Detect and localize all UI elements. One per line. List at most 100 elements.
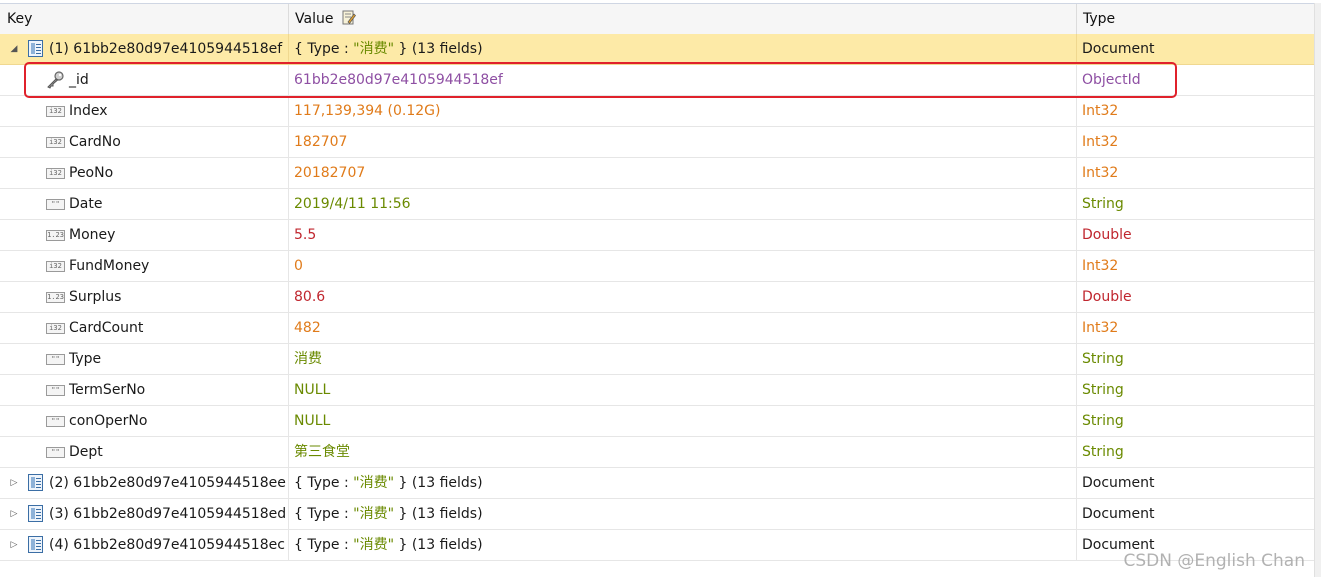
- string-icon: "": [46, 416, 65, 427]
- document-index: (1): [49, 41, 69, 57]
- field-value-cell[interactable]: 482: [294, 313, 1074, 343]
- field-type-cell[interactable]: String: [1082, 406, 1312, 436]
- document-summary-cell[interactable]: { Type : "消费" } (13 fields): [294, 468, 1074, 498]
- document-key-cell[interactable]: ▷ (3) 61bb2e80d97e4105944518ed: [0, 499, 288, 529]
- column-header-type[interactable]: Type: [1076, 4, 1115, 34]
- field-row[interactable]: 1.23 Surplus 80.6 Double: [0, 282, 1314, 313]
- field-value-cell[interactable]: 117,139,394 (0.12G): [294, 96, 1074, 126]
- column-header-value[interactable]: Value: [288, 4, 356, 34]
- column-header-value-label: Value: [295, 11, 334, 27]
- field-value-cell[interactable]: NULL: [294, 406, 1074, 436]
- document-key-cell[interactable]: ▷ (2) 61bb2e80d97e4105944518ee: [0, 468, 288, 498]
- field-row[interactable]: i32 Index 117,139,394 (0.12G) Int32: [0, 96, 1314, 127]
- document-row[interactable]: ▷ (4) 61bb2e80d97e4105944518ec { Type : "消…: [0, 530, 1314, 561]
- summary-prefix: { Type :: [294, 506, 354, 522]
- summary-type-value: "消费": [353, 537, 395, 553]
- field-row[interactable]: i32 CardCount 482 Int32: [0, 313, 1314, 344]
- column-header-key[interactable]: Key: [0, 4, 32, 34]
- document-id: 61bb2e80d97e4105944518ef: [73, 41, 283, 57]
- document-key-cell[interactable]: ▷ (4) 61bb2e80d97e4105944518ec: [0, 530, 288, 560]
- field-key-cell[interactable]: 1.23 Money: [0, 220, 288, 250]
- document-row[interactable]: ▷ (3) 61bb2e80d97e4105944518ed { Type : "消…: [0, 499, 1314, 530]
- document-index: (4): [49, 537, 69, 553]
- summary-prefix: { Type :: [294, 41, 354, 57]
- field-value-cell[interactable]: 20182707: [294, 158, 1074, 188]
- field-value-cell[interactable]: 第三食堂: [294, 437, 1074, 467]
- field-type-cell[interactable]: Double: [1082, 282, 1312, 312]
- string-icon: "": [46, 199, 65, 210]
- field-key-cell[interactable]: i32 CardNo: [0, 127, 288, 157]
- field-type-cell[interactable]: Double: [1082, 220, 1312, 250]
- collapse-arrow-icon[interactable]: ◢: [8, 34, 20, 64]
- field-row[interactable]: "" conOperNo NULL String: [0, 406, 1314, 437]
- field-type-cell[interactable]: Int32: [1082, 158, 1312, 188]
- field-key-cell[interactable]: _id: [0, 65, 288, 95]
- field-value-cell[interactable]: 消费: [294, 344, 1074, 374]
- field-key-cell[interactable]: "" Type: [0, 344, 288, 374]
- field-value-cell[interactable]: NULL: [294, 375, 1074, 405]
- field-value-cell[interactable]: 182707: [294, 127, 1074, 157]
- field-row[interactable]: i32 PeoNo 20182707 Int32: [0, 158, 1314, 189]
- double-icon: 1.23: [46, 292, 65, 303]
- field-row[interactable]: i32 FundMoney 0 Int32: [0, 251, 1314, 282]
- field-value-cell[interactable]: 2019/4/11 11:56: [294, 189, 1074, 219]
- document-type-cell[interactable]: Document: [1082, 468, 1312, 498]
- field-value-cell[interactable]: 80.6: [294, 282, 1074, 312]
- int32-icon: i32: [46, 106, 65, 117]
- field-row[interactable]: _id 61bb2e80d97e4105944518ef ObjectId: [0, 65, 1314, 96]
- field-name: TermSerNo: [69, 382, 146, 398]
- field-key-cell[interactable]: i32 CardCount: [0, 313, 288, 343]
- edit-note-icon[interactable]: [342, 10, 356, 25]
- vertical-scrollbar[interactable]: [1314, 3, 1321, 577]
- field-type-cell[interactable]: String: [1082, 344, 1312, 374]
- document-summary-cell[interactable]: { Type : "消费" } (13 fields): [294, 34, 1074, 64]
- summary-type-value: "消费": [353, 506, 395, 522]
- document-row[interactable]: ▷ (2) 61bb2e80d97e4105944518ee { Type : "消…: [0, 468, 1314, 499]
- field-row[interactable]: 1.23 Money 5.5 Double: [0, 220, 1314, 251]
- key-icon: [47, 71, 64, 89]
- field-key-cell[interactable]: 1.23 Surplus: [0, 282, 288, 312]
- field-row[interactable]: "" Type 消费 String: [0, 344, 1314, 375]
- document-id: 61bb2e80d97e4105944518ed: [73, 506, 287, 522]
- field-row[interactable]: "" TermSerNo NULL String: [0, 375, 1314, 406]
- field-type-cell[interactable]: Int32: [1082, 127, 1312, 157]
- field-row[interactable]: "" Date 2019/4/11 11:56 String: [0, 189, 1314, 220]
- field-value-cell[interactable]: 5.5: [294, 220, 1074, 250]
- field-row[interactable]: i32 CardNo 182707 Int32: [0, 127, 1314, 158]
- field-name: _id: [69, 72, 89, 88]
- document-icon: [28, 474, 43, 491]
- field-type-cell[interactable]: Int32: [1082, 96, 1312, 126]
- field-key-cell[interactable]: "" Dept: [0, 437, 288, 467]
- field-name: CardNo: [69, 134, 121, 150]
- document-summary-cell[interactable]: { Type : "消费" } (13 fields): [294, 530, 1074, 560]
- document-key-label: (2) 61bb2e80d97e4105944518ee: [49, 468, 286, 498]
- int32-icon: i32: [46, 168, 65, 179]
- field-row[interactable]: "" Dept 第三食堂 String: [0, 437, 1314, 468]
- field-key-cell[interactable]: "" conOperNo: [0, 406, 288, 436]
- field-name: Type: [69, 351, 102, 367]
- field-type-cell[interactable]: String: [1082, 189, 1312, 219]
- document-summary-cell[interactable]: { Type : "消费" } (13 fields): [294, 499, 1074, 529]
- expand-arrow-icon[interactable]: ▷: [8, 530, 20, 560]
- summary-type-value: "消费": [353, 41, 395, 57]
- field-key-cell[interactable]: "" TermSerNo: [0, 375, 288, 405]
- field-key-cell[interactable]: i32 PeoNo: [0, 158, 288, 188]
- expand-arrow-icon[interactable]: ▷: [8, 499, 20, 529]
- document-row[interactable]: ◢ (1) 61bb2e80d97e4105944518ef { Type : "消…: [0, 34, 1314, 65]
- field-key-cell[interactable]: i32 Index: [0, 96, 288, 126]
- expand-arrow-icon[interactable]: ▷: [8, 468, 20, 498]
- field-type-cell[interactable]: String: [1082, 437, 1312, 467]
- field-type-cell[interactable]: ObjectId: [1082, 65, 1312, 95]
- document-type-cell[interactable]: Document: [1082, 499, 1312, 529]
- field-value-cell[interactable]: 61bb2e80d97e4105944518ef: [294, 65, 1074, 95]
- document-type-cell[interactable]: Document: [1082, 34, 1312, 64]
- field-value-cell[interactable]: 0: [294, 251, 1074, 281]
- field-key-cell[interactable]: i32 FundMoney: [0, 251, 288, 281]
- field-type-cell[interactable]: Int32: [1082, 313, 1312, 343]
- field-type-cell[interactable]: String: [1082, 375, 1312, 405]
- field-name: FundMoney: [69, 258, 150, 274]
- field-type-cell[interactable]: Int32: [1082, 251, 1312, 281]
- summary-prefix: { Type :: [294, 537, 354, 553]
- document-key-cell[interactable]: ◢ (1) 61bb2e80d97e4105944518ef: [0, 34, 288, 64]
- field-key-cell[interactable]: "" Date: [0, 189, 288, 219]
